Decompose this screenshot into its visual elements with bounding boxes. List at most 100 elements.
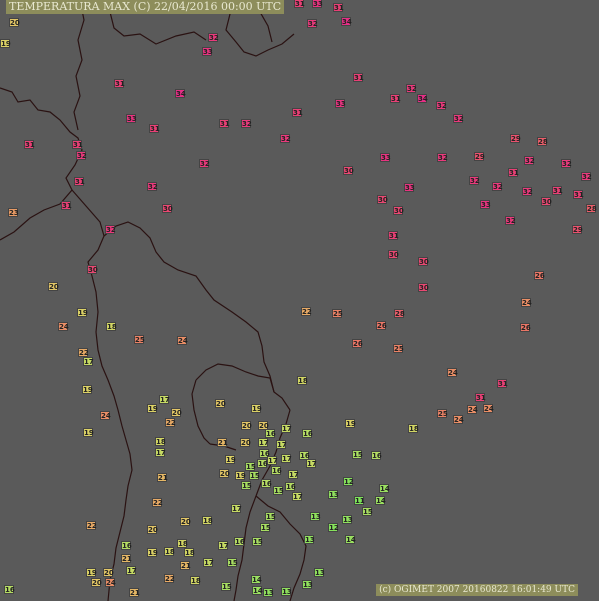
temperature-marker: 18 — [155, 437, 166, 446]
temperature-marker: 17 — [126, 566, 137, 575]
temperature-marker: 31 — [552, 186, 563, 195]
temperature-marker: 17 — [306, 459, 317, 468]
temperature-marker: 19 — [147, 404, 158, 413]
temperature-marker: 19 — [77, 308, 88, 317]
temperature-marker: 20 — [9, 18, 20, 27]
temperature-marker: 21 — [129, 588, 140, 597]
temperature-marker: 22 — [78, 348, 89, 357]
temperature-marker: 15 — [221, 582, 232, 591]
temperature-marker: 15 — [352, 450, 363, 459]
temperature-marker: 31 — [72, 140, 83, 149]
temperature-marker: 15 — [249, 471, 260, 480]
temperature-marker: 26 — [376, 321, 387, 330]
temperature-marker: 20 — [219, 469, 230, 478]
temperature-marker: 32 — [406, 84, 417, 93]
temperature-marker: 31 — [573, 190, 584, 199]
temperature-marker: 33 — [404, 183, 415, 192]
temperature-marker: 24 — [483, 404, 494, 413]
temperature-marker: 16 — [257, 459, 268, 468]
temperature-marker: 15 — [260, 523, 271, 532]
temperature-marker: 29 — [572, 225, 583, 234]
temperature-marker: 20 — [171, 408, 182, 417]
temperature-marker: 14 — [345, 535, 356, 544]
temperature-marker: 17 — [292, 492, 303, 501]
temperature-marker: 33 — [126, 114, 137, 123]
temperature-marker: 32 — [524, 156, 535, 165]
temperature-marker: 20 — [103, 568, 114, 577]
temperature-marker: 26 — [352, 339, 363, 348]
temperature-marker: 17 — [83, 357, 94, 366]
temperature-marker: 32 — [437, 153, 448, 162]
temperature-marker: 25 — [134, 335, 145, 344]
temperature-marker: 25 — [332, 309, 343, 318]
temperature-marker: 17 — [288, 470, 299, 479]
temperature-marker: 21 — [217, 438, 228, 447]
temperature-marker: 30 — [418, 257, 429, 266]
temperature-marker: 30 — [377, 195, 388, 204]
temperature-marker: 32 — [199, 159, 210, 168]
temperature-marker: 34 — [341, 17, 352, 26]
temperature-marker: 19 — [235, 471, 246, 480]
temperature-marker: 32 — [469, 176, 480, 185]
temperature-marker: 21 — [121, 554, 132, 563]
temperature-marker: 17 — [281, 454, 292, 463]
temperature-marker: 14 — [375, 496, 386, 505]
temperature-marker: 17 — [267, 456, 278, 465]
temperature-marker: 31 — [24, 140, 35, 149]
temperature-marker: 30 — [541, 197, 552, 206]
temperature-marker: 24 — [105, 578, 116, 587]
temperature-marker: 21 — [180, 561, 191, 570]
temperature-marker: 13 — [302, 580, 313, 589]
temperature-marker: 31 — [353, 73, 364, 82]
border-line — [73, 0, 85, 131]
temperature-marker: 22 — [152, 498, 163, 507]
temperature-marker: 15 — [227, 558, 238, 567]
temperature-marker: 34 — [175, 89, 186, 98]
temperature-marker: 19 — [86, 568, 97, 577]
temperature-marker: 12 — [328, 523, 339, 532]
temperature-marker: 17 — [218, 541, 229, 550]
temperature-marker: 17 — [281, 424, 292, 433]
temperature-marker: 18 — [106, 322, 117, 331]
temperature-marker: 16 — [121, 541, 132, 550]
temperature-marker: 32 — [307, 19, 318, 28]
temperature-marker: 14 — [251, 575, 262, 584]
temperature-marker: 24 — [467, 405, 478, 414]
temperature-marker: 24 — [447, 368, 458, 377]
temperature-marker: 15 — [273, 486, 284, 495]
border-line — [195, 363, 291, 411]
temperature-marker: 33 — [480, 200, 491, 209]
temperature-marker: 32 — [492, 182, 503, 191]
temperature-marker: 20 — [91, 578, 102, 587]
temperature-marker: 34 — [417, 94, 428, 103]
temperature-marker: 31 — [292, 108, 303, 117]
temperature-marker: 32 — [561, 159, 572, 168]
temperature-marker: 31 — [74, 177, 85, 186]
temperature-marker: 31 — [114, 79, 125, 88]
temperature-marker: 13 — [304, 535, 315, 544]
temperature-marker: 33 — [312, 0, 323, 8]
temperature-marker: 16 — [265, 429, 276, 438]
temperature-marker: 17 — [155, 448, 166, 457]
temperature-marker: 20 — [240, 438, 251, 447]
temperature-marker: 32 — [436, 101, 447, 110]
temperature-marker: 18 — [297, 376, 308, 385]
temperature-marker: 22 — [165, 418, 176, 427]
temperature-marker: 13 — [310, 512, 321, 521]
temperature-marker: 19 — [83, 428, 94, 437]
temperature-marker: 31 — [497, 379, 508, 388]
temperature-marker: 17 — [231, 504, 242, 513]
temperature-marker: 18 — [184, 548, 195, 557]
temperature-marker: 11 — [354, 496, 365, 505]
temperature-marker: 24 — [177, 336, 188, 345]
temperature-marker: 30 — [343, 166, 354, 175]
temperature-marker: 30 — [87, 265, 98, 274]
temperature-marker: 20 — [241, 421, 252, 430]
temperature-marker: 16 — [271, 466, 282, 475]
temperature-marker: 12 — [343, 477, 354, 486]
temperature-marker: 20 — [48, 282, 59, 291]
temperature-marker: 31 — [294, 0, 305, 8]
temperature-marker: 24 — [100, 411, 111, 420]
map-title: TEMPERATURA MAX (C) 22/04/2016 00:00 UTC — [6, 0, 285, 14]
temperature-marker: 28 — [394, 309, 405, 318]
